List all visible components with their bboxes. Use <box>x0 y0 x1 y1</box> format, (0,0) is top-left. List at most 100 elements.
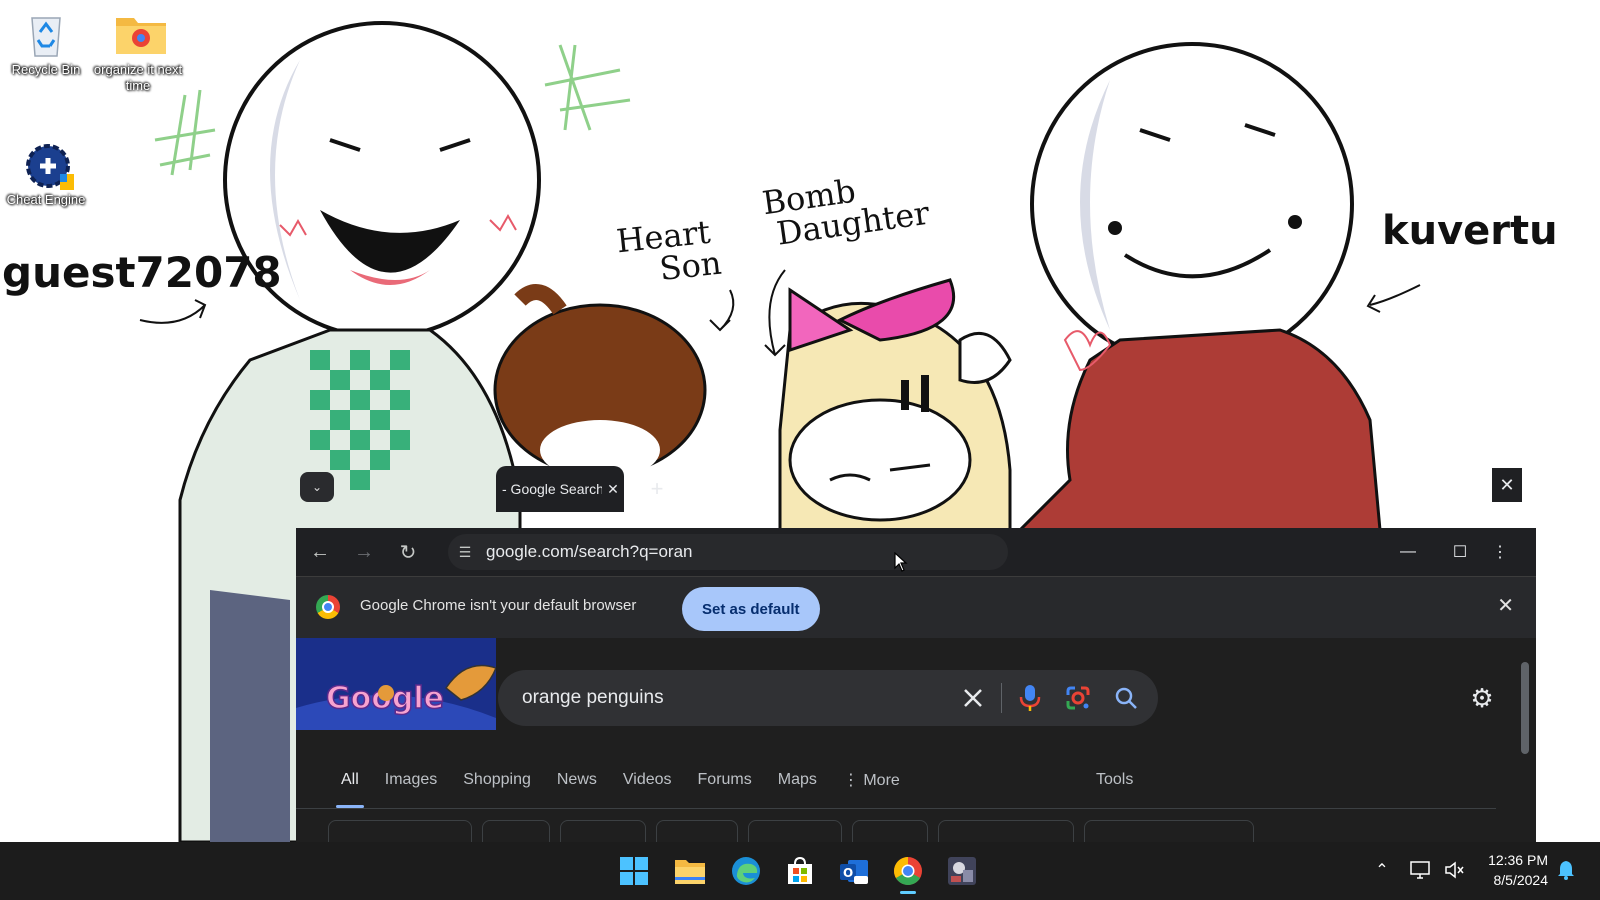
filter-chip[interactable] <box>938 820 1074 842</box>
taskbar-clock[interactable]: 12:36 PM 8/5/2024 <box>1472 850 1548 890</box>
start-icon <box>620 857 648 885</box>
mouse-cursor-icon <box>894 552 908 572</box>
cheat-engine-icon <box>22 140 74 190</box>
tabs-divider <box>296 808 1496 809</box>
desktop-icon-cheat-engine[interactable]: Cheat Engine <box>0 140 92 208</box>
chrome-icon <box>894 857 922 885</box>
window-close-button[interactable]: ✕ <box>1492 468 1522 502</box>
search-results-page: Google orange penguins <box>296 638 1536 842</box>
taskbar-file-explorer[interactable] <box>670 851 710 891</box>
set-as-default-button[interactable]: Set as default <box>682 587 820 631</box>
desktop-icon-folder[interactable]: organize it next time <box>92 10 184 94</box>
taskbar-store[interactable] <box>780 851 820 891</box>
site-info-icon[interactable]: ☰ <box>448 535 482 569</box>
infobar-close-icon[interactable]: ✕ <box>1497 593 1514 618</box>
google-doodle[interactable]: Google <box>296 638 596 730</box>
notifications-button[interactable] <box>1552 856 1580 884</box>
wallpaper-heart-label: Heart Son <box>615 213 724 289</box>
speaker-muted-icon <box>1445 861 1464 879</box>
scrollbar-thumb[interactable] <box>1521 662 1529 754</box>
tools-button[interactable]: Tools <box>1096 758 1133 802</box>
search-submit-button[interactable] <box>1102 674 1150 722</box>
svg-text:O: O <box>843 866 853 880</box>
maximize-icon: ☐ <box>1452 544 1468 561</box>
reload-button[interactable]: ↻ <box>392 536 424 568</box>
search-type-tabs: All Images Shopping News Videos Forums M… <box>328 758 913 808</box>
back-button[interactable]: ← <box>304 536 336 568</box>
tab-all[interactable]: All <box>328 758 372 808</box>
game-icon <box>948 857 976 885</box>
tab-videos[interactable]: Videos <box>610 758 685 802</box>
filter-chip[interactable] <box>1084 820 1254 842</box>
desktop-icon-label: organize it next time <box>93 62 183 93</box>
chrome-window: ⌄ - Google Search ✕ + ✕ ← → ↻ ☰ google.c… <box>296 466 1536 842</box>
filter-chip[interactable] <box>328 820 472 842</box>
clock-time: 12:36 PM <box>1488 852 1548 868</box>
tab-strip: ⌄ - Google Search ✕ + ✕ <box>296 466 1536 528</box>
arrow-right-icon: → <box>354 540 374 563</box>
tab-news[interactable]: News <box>544 758 610 802</box>
minimize-button[interactable]: — <box>1388 536 1428 568</box>
wallpaper-name-right: kuvertu <box>1382 208 1558 254</box>
tab-close-icon[interactable]: ✕ <box>602 481 624 498</box>
page-scrollbar[interactable] <box>1518 648 1532 838</box>
chrome-menu-button[interactable]: ⋮ <box>1488 536 1512 568</box>
desktop-icon-label: Recycle Bin <box>11 62 81 77</box>
filter-chip[interactable] <box>482 820 550 842</box>
monitor-network-icon <box>1410 861 1430 879</box>
new-tab-button[interactable]: + <box>642 474 672 504</box>
chrome-logo-icon <box>316 595 340 619</box>
reload-icon: ↻ <box>399 541 417 564</box>
address-url: google.com/search?q=oran <box>486 542 693 561</box>
tab-maps[interactable]: Maps <box>765 758 830 802</box>
tab-search-button[interactable]: ⌄ <box>300 472 334 502</box>
file-explorer-icon <box>675 860 705 884</box>
chevron-down-icon: ⌄ <box>311 480 323 494</box>
close-icon: ✕ <box>1499 474 1515 495</box>
voice-search-button[interactable] <box>1006 674 1054 722</box>
tab-google-search[interactable]: - Google Search ✕ <box>496 466 624 512</box>
lens-search-button[interactable] <box>1054 674 1102 722</box>
filter-chip[interactable] <box>852 820 928 842</box>
recycle-bin-icon <box>22 10 70 58</box>
tab-title: - Google Search <box>502 481 602 497</box>
close-icon <box>964 689 982 707</box>
kebab-menu-icon: ⋮ <box>1492 544 1508 561</box>
search-box[interactable]: orange penguins <box>498 670 1158 726</box>
taskbar-chrome[interactable] <box>888 851 928 894</box>
maximize-button[interactable]: ☐ <box>1440 536 1480 568</box>
google-doodle-icon: Google <box>296 638 596 730</box>
tab-images[interactable]: Images <box>372 758 450 802</box>
infobar-message: Google Chrome isn't your default browser <box>360 597 637 614</box>
forward-button[interactable]: → <box>348 536 380 568</box>
taskbar-edge[interactable] <box>726 851 766 891</box>
filter-chip[interactable] <box>748 820 842 842</box>
clear-search-button[interactable] <box>949 674 997 722</box>
tab-forums[interactable]: Forums <box>685 758 765 802</box>
bell-icon <box>1558 861 1574 880</box>
volume-status[interactable] <box>1440 856 1468 884</box>
address-bar[interactable]: ☰ google.com/search?q=oran <box>448 534 1008 570</box>
taskbar: O ⌃ 12:36 PM 8/5/2024 <box>0 842 1600 900</box>
network-status[interactable] <box>1406 856 1434 884</box>
filter-chip[interactable] <box>560 820 646 842</box>
show-hidden-icons-button[interactable]: ⌃ <box>1368 856 1396 884</box>
search-divider <box>1001 683 1002 713</box>
edge-icon <box>732 857 760 885</box>
folder-icon <box>114 10 166 58</box>
taskbar-outlook[interactable]: O <box>834 851 874 891</box>
minimize-icon: — <box>1400 543 1416 560</box>
clock-date: 8/5/2024 <box>1493 872 1549 888</box>
filter-chip[interactable] <box>656 820 738 842</box>
arrow-left-icon: ← <box>310 540 330 563</box>
default-browser-infobar: Google Chrome isn't your default browser… <box>296 576 1536 638</box>
gear-icon: ⚙ <box>1470 682 1494 713</box>
microphone-icon <box>1019 685 1041 711</box>
start-button[interactable] <box>614 851 654 891</box>
tab-more[interactable]: ⋮ More <box>830 758 913 802</box>
settings-button[interactable]: ⚙ <box>1466 682 1498 714</box>
taskbar-game[interactable] <box>942 851 982 891</box>
desktop-icon-recycle-bin[interactable]: Recycle Bin <box>0 10 92 78</box>
tab-shopping[interactable]: Shopping <box>450 758 544 802</box>
outlook-icon: O <box>840 860 868 884</box>
